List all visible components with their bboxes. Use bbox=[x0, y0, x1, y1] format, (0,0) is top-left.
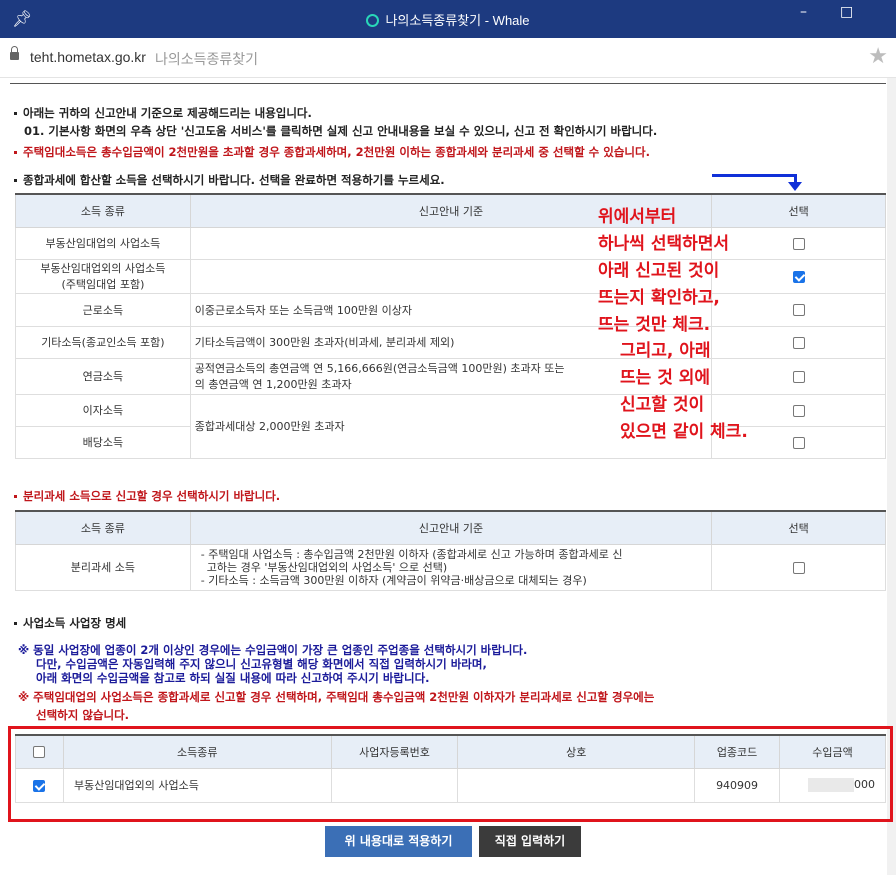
select-checkbox[interactable] bbox=[792, 404, 805, 417]
apply-button[interactable]: 위 내용대로 적용하기 bbox=[325, 826, 472, 857]
separate-select-checkbox[interactable] bbox=[792, 561, 805, 574]
page-content: 아래는 귀하의 신고안내 기준으로 제공해드리는 내용입니다. 01. 기본사항… bbox=[0, 78, 896, 875]
col-income-type: 소득 종류 bbox=[15, 510, 191, 545]
income-type-cell: 연금소득 bbox=[15, 357, 191, 395]
minimize-button[interactable]: – bbox=[800, 4, 807, 20]
select-checkbox[interactable] bbox=[792, 270, 805, 283]
select-checkbox[interactable] bbox=[792, 436, 805, 449]
business-note-3: 아래 화면의 수입금액을 참고로 하되 실질 내용에 따라 신고하여 주시기 바… bbox=[36, 671, 430, 685]
window-title-text: 나의소득종류찾기 - Whale bbox=[385, 13, 530, 28]
address-page-name: 나의소득종류찾기 bbox=[155, 52, 259, 68]
reg-no-cell bbox=[330, 767, 459, 803]
annotation-arrow bbox=[712, 174, 796, 177]
address-bar: teht.hometax.go.kr 나의소득종류찾기 ★ bbox=[0, 38, 896, 78]
business-table: 소득종류 사업자등록번호 상호 업종코드 수입금액 부동산임대업외의 사업소득 … bbox=[15, 734, 886, 803]
window-title: 나의소득종류찾기 - Whale bbox=[0, 10, 896, 29]
top-divider bbox=[10, 83, 886, 84]
table-row: 기타소득(종교인소득 포함) 기타소득금액이 300만원 초과자(비과세, 분리… bbox=[15, 325, 886, 359]
col-income-type: 소득 종류 bbox=[15, 193, 191, 228]
annotation-text-1: 위에서부터 하나씩 선택하면서 아래 신고된 것이 뜨는지 확인하고, 뜨는 것… bbox=[598, 207, 730, 335]
select-checkbox[interactable] bbox=[792, 304, 805, 316]
annotation-text-2: 그리고, 아래 뜨는 것 외에 신고할 것이 있으면 같이 체크. bbox=[620, 341, 748, 442]
col-income-type: 소득종류 bbox=[62, 734, 332, 769]
housing-rent-notice: 주택임대소득은 총수입금액이 2천만원을 초과할 경우 종합과세하며, 2천만원… bbox=[14, 144, 650, 160]
address-host[interactable]: teht.hometax.go.kr bbox=[30, 49, 146, 65]
lock-icon bbox=[10, 46, 19, 60]
income-type-cell: 부동산임대업의 사업소득 bbox=[15, 226, 191, 260]
select-checkbox[interactable] bbox=[792, 370, 805, 383]
intro-notice-1: 아래는 귀하의 신고안내 기준으로 제공해드리는 내용입니다. bbox=[14, 105, 312, 121]
col-name: 상호 bbox=[457, 734, 696, 769]
income-type-cell: 분리과세 소득 bbox=[15, 543, 191, 591]
business-heading: 사업소득 사업장 명세 bbox=[14, 615, 126, 631]
select-checkbox[interactable] bbox=[792, 237, 805, 250]
separate-tax-table: 소득 종류 신고안내 기준 선택 분리과세 소득 - 주택임대 사업소득 : 총… bbox=[15, 510, 886, 591]
income-type-cell: 이자소득 bbox=[15, 393, 191, 427]
table-row: 이자소득 종합과세대상 2,000만원 초과자 bbox=[15, 393, 886, 459]
row-checkbox[interactable] bbox=[33, 779, 46, 792]
income-type-cell: 부동산임대업외의 사업소득 (주택임대업 포함) bbox=[15, 258, 191, 294]
industry-code-cell: 940909 bbox=[694, 767, 781, 803]
table-row: 부동산임대업의 사업소득 bbox=[15, 226, 886, 260]
whale-logo-icon bbox=[366, 14, 380, 27]
intro-notice-2: 01. 기본사항 화면의 우측 상단 '신고도움 서비스'를 클릭하면 실제 신… bbox=[24, 124, 658, 138]
select-all-checkbox[interactable] bbox=[33, 746, 46, 759]
separate-heading: 분리과세 소득으로 신고할 경우 선택하시기 바랍니다. bbox=[14, 488, 280, 504]
col-select: 선택 bbox=[711, 193, 886, 228]
col-reg-no: 사업자등록번호 bbox=[330, 734, 459, 769]
maximize-button[interactable]: □ bbox=[840, 4, 853, 20]
comprehensive-heading: 종합과세에 합산할 소득을 선택하시기 바랍니다. 선택을 완료하면 적용하기를… bbox=[14, 172, 445, 188]
table-row: 연금소득 공적연금소득의 총연금액 연 5,166,666원(연금소득금액 10… bbox=[15, 357, 886, 395]
bookmark-star-icon[interactable]: ★ bbox=[868, 44, 888, 69]
table-row: 부동산임대업외의 사업소득 940909 000 bbox=[15, 767, 886, 803]
table-row: 근로소득 이중근로소득자 또는 소득금액 100만원 이상자 bbox=[15, 292, 886, 327]
criteria-cell: - 주택임대 사업소득 : 총수입금액 2천만원 이하자 (종합과세로 신고 가… bbox=[189, 543, 713, 591]
col-industry-code: 업종코드 bbox=[694, 734, 781, 769]
col-amount: 수입금액 bbox=[779, 734, 886, 769]
window-titlebar: 📌︎ 나의소득종류찾기 - Whale – □ bbox=[0, 0, 896, 38]
annotation-arrow-head bbox=[788, 182, 802, 191]
table-row: 분리과세 소득 - 주택임대 사업소득 : 총수입금액 2천만원 이하자 (종합… bbox=[15, 543, 886, 591]
business-note-5: 선택하지 않습니다. bbox=[36, 708, 130, 722]
income-type-cell: 근로소득 bbox=[15, 292, 191, 327]
income-type-table: 소득 종류 신고안내 기준 선택 부동산임대업의 사업소득 부동산임대업외의 사… bbox=[15, 193, 886, 459]
col-criteria: 신고안내 기준 bbox=[189, 510, 713, 545]
amount-cell: 000 bbox=[779, 767, 886, 803]
income-type-cell: 배당소득 bbox=[15, 425, 191, 459]
income-type-cell: 기타소득(종교인소득 포함) bbox=[15, 325, 191, 359]
direct-input-button[interactable]: 직접 입력하기 bbox=[479, 826, 581, 857]
table-row: 부동산임대업외의 사업소득 (주택임대업 포함) bbox=[15, 258, 886, 294]
income-type-cell: 부동산임대업외의 사업소득 bbox=[62, 767, 332, 803]
col-select: 선택 bbox=[711, 510, 886, 545]
business-note-4: ※ 주택임대업의 사업소득은 종합과세로 신고할 경우 선택하며, 주택임대 총… bbox=[18, 690, 655, 704]
select-checkbox[interactable] bbox=[792, 336, 805, 349]
redacted-amount bbox=[808, 778, 854, 792]
name-cell bbox=[457, 767, 696, 803]
